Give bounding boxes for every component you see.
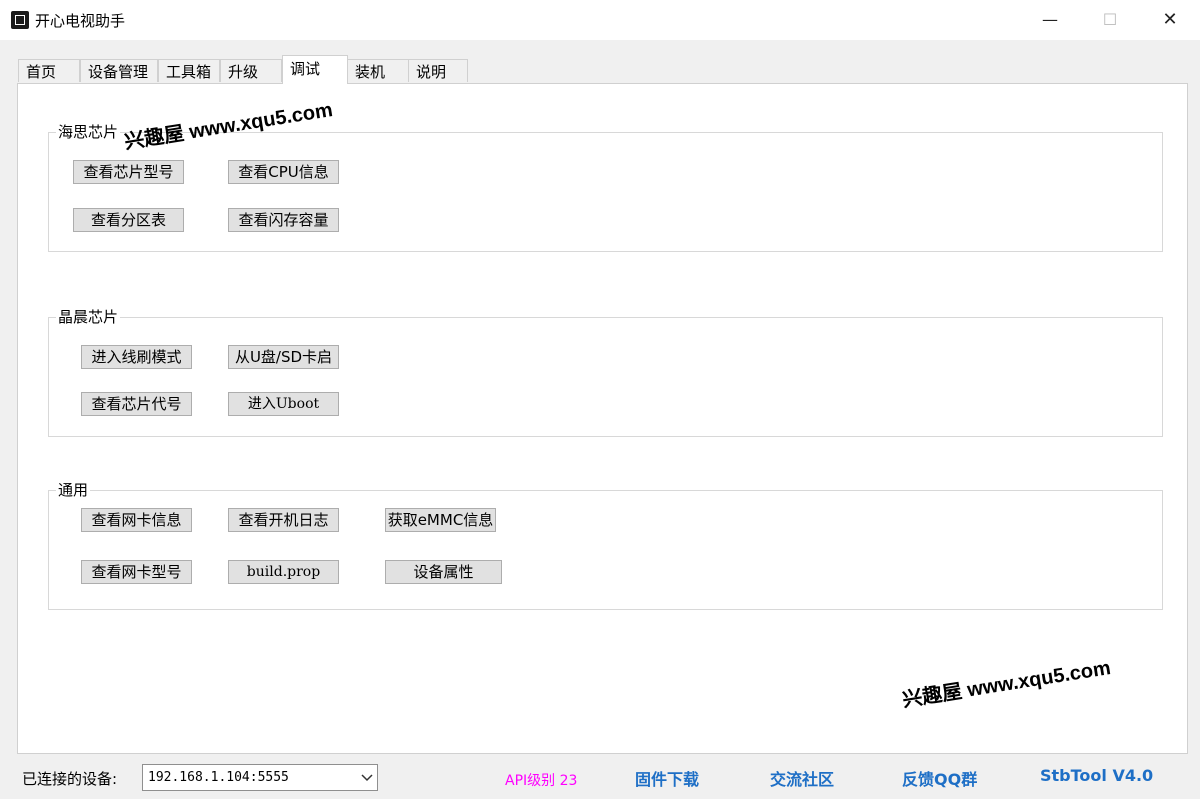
view-cpu-info-button[interactable]: 查看CPU信息	[228, 160, 339, 184]
tab-debug[interactable]: 调试	[282, 55, 348, 84]
stbtool-version-link[interactable]: StbTool V4.0	[1040, 766, 1153, 785]
title-bar: 开心电视助手 — ☐ ✕	[0, 0, 1200, 40]
tab-device-management[interactable]: 设备管理	[80, 59, 158, 82]
amlogic-group: 晶晨芯片 进入线刷模式 从U盘/SD卡启 查看芯片代号 进入Uboot	[48, 307, 1163, 437]
view-boot-log-button[interactable]: 查看开机日志	[228, 508, 339, 532]
hisilicon-group: 海思芯片 查看芯片型号 查看CPU信息 查看分区表 查看闪存容量	[48, 122, 1163, 252]
tab-help[interactable]: 说明	[408, 59, 468, 82]
view-chip-model-button[interactable]: 查看芯片型号	[73, 160, 184, 184]
maximize-button[interactable]: ☐	[1080, 0, 1140, 40]
enter-usb-burn-mode-button[interactable]: 进入线刷模式	[81, 345, 192, 369]
view-nic-info-button[interactable]: 查看网卡信息	[81, 508, 192, 532]
device-properties-button[interactable]: 设备属性	[385, 560, 502, 584]
feedback-qq-group-link[interactable]: 反馈QQ群	[902, 766, 977, 790]
general-group: 通用 查看网卡信息 查看开机日志 获取eMMC信息 查看网卡型号 build.p…	[48, 480, 1163, 610]
firmware-download-link[interactable]: 固件下载	[635, 766, 699, 790]
view-nic-model-button[interactable]: 查看网卡型号	[81, 560, 192, 584]
view-flash-capacity-button[interactable]: 查看闪存容量	[228, 208, 339, 232]
window-title: 开心电视助手	[35, 12, 126, 30]
view-partition-table-button[interactable]: 查看分区表	[73, 208, 184, 232]
device-select-value: 192.168.1.104:5555	[148, 770, 289, 785]
build-prop-button[interactable]: build.prop	[228, 560, 339, 584]
tab-upgrade[interactable]: 升级	[220, 59, 282, 82]
connected-device-label: 已连接的设备:	[22, 770, 118, 788]
community-link[interactable]: 交流社区	[770, 766, 834, 790]
chevron-down-icon	[361, 765, 373, 799]
enter-uboot-button[interactable]: 进入Uboot	[228, 392, 339, 416]
device-select[interactable]: 192.168.1.104:5555	[142, 764, 378, 791]
tab-home[interactable]: 首页	[18, 59, 80, 82]
tab-install[interactable]: 装机	[347, 59, 409, 82]
tab-toolbox[interactable]: 工具箱	[158, 59, 220, 82]
hisilicon-group-title: 海思芯片	[56, 122, 121, 142]
view-chip-code-button[interactable]: 查看芯片代号	[81, 392, 192, 416]
minimize-button[interactable]: —	[1020, 0, 1080, 40]
debug-panel: 海思芯片 查看芯片型号 查看CPU信息 查看分区表 查看闪存容量 晶晨芯片 进入…	[17, 83, 1188, 754]
general-group-title: 通用	[56, 480, 91, 500]
api-level-label: API级别 23	[505, 773, 578, 789]
app-icon	[11, 11, 29, 29]
boot-from-usb-sd-button[interactable]: 从U盘/SD卡启	[228, 345, 339, 369]
amlogic-group-title: 晶晨芯片	[56, 307, 121, 327]
close-button[interactable]: ✕	[1140, 0, 1200, 40]
get-emmc-info-button[interactable]: 获取eMMC信息	[385, 508, 496, 532]
